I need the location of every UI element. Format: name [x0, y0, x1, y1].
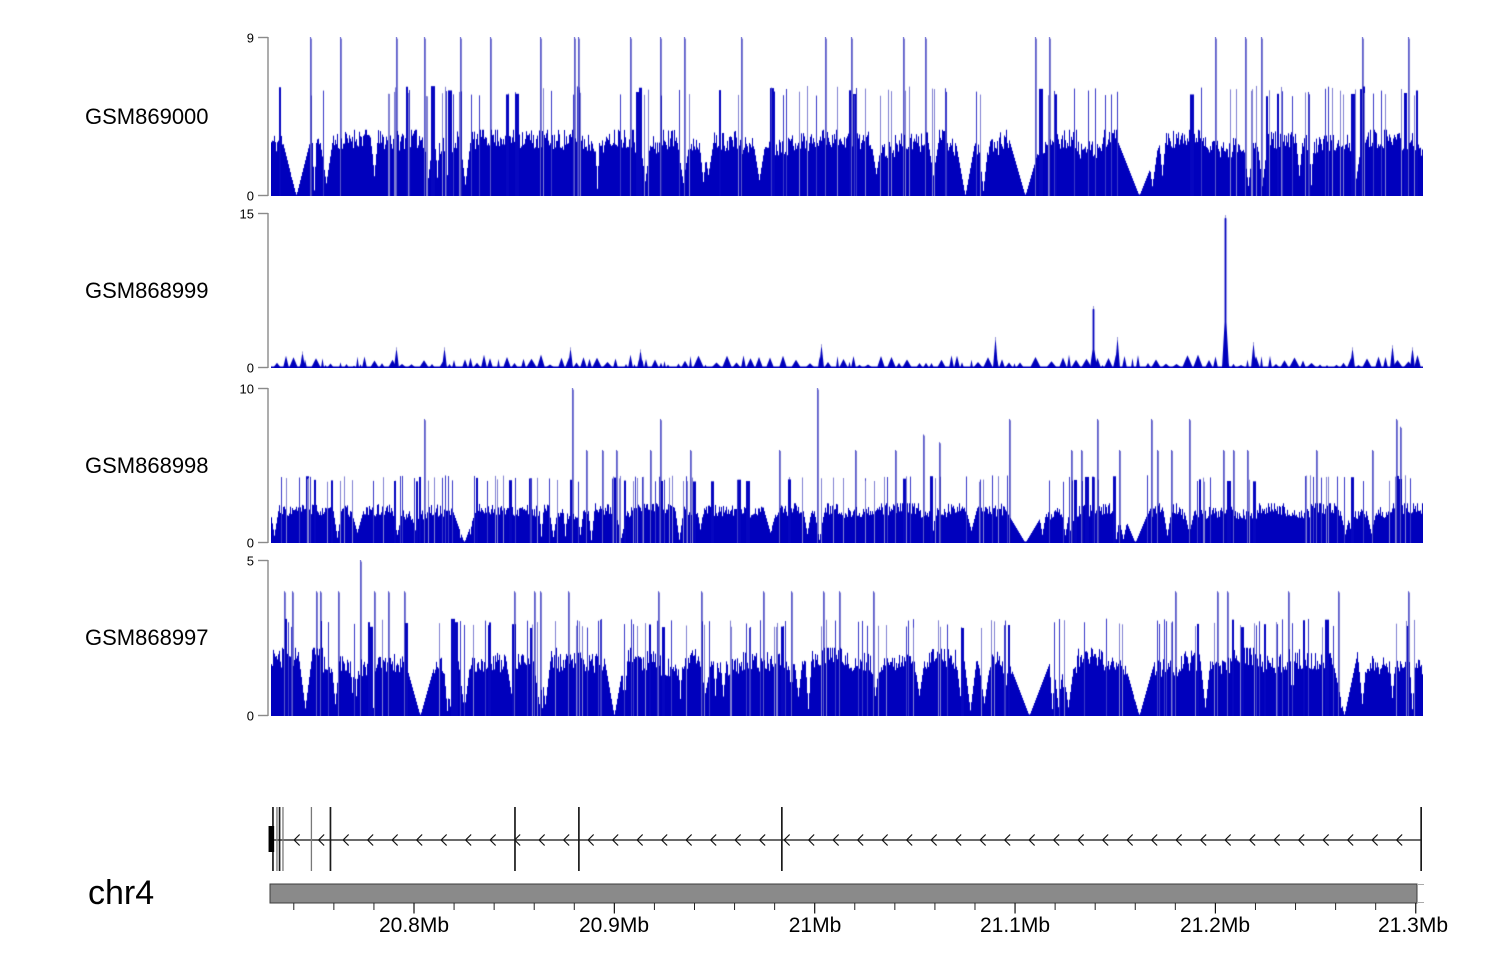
axis-label-20-8mb: 20.8Mb	[379, 914, 449, 938]
axis-label-21-3mb: 21.3Mb	[1378, 914, 1448, 938]
ymax-label-track4: 5	[247, 554, 254, 569]
ymax-label-track2: 15	[240, 207, 254, 222]
genome-coverage-figure: GSM869000 GSM868999 GSM868998 GSM868997 …	[0, 0, 1500, 980]
track-label-gsm868998: GSM868998	[85, 453, 209, 479]
ymin-label-track3: 0	[247, 536, 254, 551]
coverage-canvas-gsm868999	[271, 213, 1423, 368]
track-label-gsm869000: GSM869000	[85, 104, 209, 130]
coverage-canvas-gsm868997	[271, 560, 1423, 716]
coverage-canvas-gsm868998	[271, 388, 1423, 543]
axis-label-21-2mb: 21.2Mb	[1180, 914, 1250, 938]
ymax-label-track3: 10	[240, 382, 254, 397]
coverage-canvas-gsm869000	[271, 37, 1423, 196]
track-label-gsm868999: GSM868999	[85, 278, 209, 304]
axis-label-21mb: 21Mb	[789, 914, 842, 938]
ymin-label-track4: 0	[247, 709, 254, 724]
axis-label-21-1mb: 21.1Mb	[980, 914, 1050, 938]
ymin-label-track2: 0	[247, 361, 254, 376]
ymax-label-track1: 9	[247, 31, 254, 46]
axis-label-20-9mb: 20.9Mb	[579, 914, 649, 938]
chromosome-label: chr4	[88, 874, 154, 913]
track-label-gsm868997: GSM868997	[85, 625, 209, 651]
ymin-label-track1: 0	[247, 189, 254, 204]
